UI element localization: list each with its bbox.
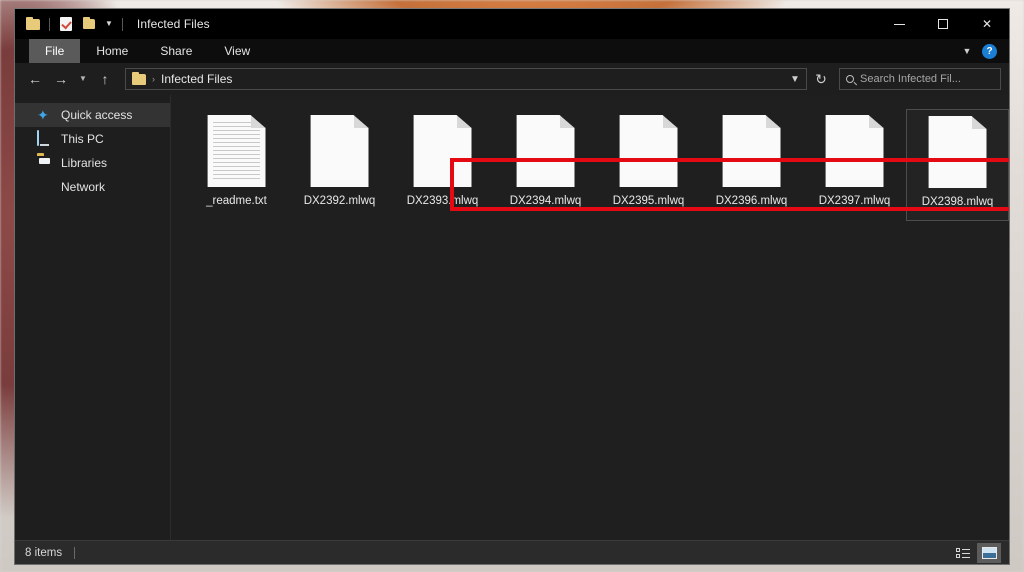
tab-home[interactable]: Home [80, 39, 144, 63]
file-item-dx2397[interactable]: DX2397.mlwq [803, 109, 906, 221]
text-document-icon [207, 115, 266, 187]
close-button[interactable]: ✕ [965, 9, 1009, 39]
sidebar-item-libraries[interactable]: Libraries [15, 151, 170, 175]
tab-share[interactable]: Share [144, 39, 208, 63]
navigation-bar: ← → ▼ ↑ › Infected Files ▼ ↻ Search Infe… [15, 63, 1009, 95]
blank-document-icon [516, 115, 575, 187]
blank-document-icon [619, 115, 678, 187]
recent-locations-chevron-icon[interactable]: ▼ [75, 67, 91, 91]
address-bar-buttons: ▼ [784, 69, 806, 89]
quick-access-toolbar: ▼ Infected Files [15, 14, 210, 34]
search-input[interactable]: Search Infected Fil... [860, 73, 961, 85]
help-button[interactable]: ? [982, 43, 997, 59]
file-label: DX2393.mlwq [406, 195, 479, 207]
breadcrumb-folder-icon [132, 71, 146, 85]
up-button[interactable]: ↑ [93, 67, 117, 91]
network-globe-icon [37, 179, 53, 195]
explorer-folder-icon [23, 14, 43, 34]
file-item-dx2398[interactable]: DX2398.mlwq [906, 109, 1009, 221]
file-list-pane[interactable]: _readme.txt DX2392.mlwq DX2393.mlwq DX23… [171, 95, 1009, 540]
file-item-dx2393[interactable]: DX2393.mlwq [391, 109, 494, 221]
forward-button[interactable]: → [49, 67, 73, 91]
file-label: DX2396.mlwq [715, 195, 788, 207]
view-mode-buttons [951, 541, 1001, 564]
refresh-button[interactable]: ↻ [809, 67, 833, 91]
maximize-button[interactable] [921, 9, 965, 39]
libraries-folder-icon [37, 155, 53, 171]
tab-view[interactable]: View [208, 39, 266, 63]
breadcrumb-current-folder[interactable]: Infected Files [161, 72, 232, 86]
sidebar-label-quick-access: Quick access [61, 108, 133, 122]
file-label: DX2394.mlwq [509, 195, 582, 207]
tab-file[interactable]: File [29, 39, 81, 63]
collapse-ribbon-chevron-icon[interactable]: ▼ [956, 46, 978, 56]
sidebar-label-this-pc: This PC [61, 132, 104, 146]
blank-document-icon [825, 115, 884, 187]
new-folder-icon[interactable] [79, 14, 99, 34]
explorer-body: ✦ Quick access This PC Libraries Network [15, 95, 1009, 540]
folder-properties-icon[interactable] [56, 14, 76, 34]
qat-divider-2 [121, 17, 123, 31]
sidebar-item-network[interactable]: Network [15, 175, 170, 199]
blank-document-icon [413, 115, 472, 187]
sidebar-label-network: Network [61, 180, 106, 194]
item-count-label: 8 items [25, 546, 63, 559]
file-label: _readme.txt [206, 195, 267, 207]
details-view-button[interactable] [951, 543, 975, 563]
large-icons-view-button[interactable] [977, 543, 1001, 563]
sidebar-item-this-pc[interactable]: This PC [15, 127, 170, 151]
file-item-dx2394[interactable]: DX2394.mlwq [494, 109, 597, 221]
breadcrumb-separator: › [152, 74, 155, 84]
address-bar[interactable]: › Infected Files ▼ [125, 68, 807, 90]
qat-divider-1 [49, 17, 50, 31]
file-item-readme[interactable]: _readme.txt [185, 109, 288, 221]
file-item-dx2396[interactable]: DX2396.mlwq [700, 109, 803, 221]
window-controls: ✕ [877, 9, 1009, 39]
customize-qat-chevron-icon[interactable]: ▼ [102, 20, 116, 28]
status-bar: 8 items [15, 540, 1009, 564]
file-label: DX2397.mlwq [818, 195, 891, 207]
file-item-dx2392[interactable]: DX2392.mlwq [288, 109, 391, 221]
back-button[interactable]: ← [23, 67, 47, 91]
ribbon-right-controls: ▼ ? [956, 39, 1003, 63]
file-label: DX2398.mlwq [921, 196, 994, 208]
file-explorer-window: ▼ Infected Files ✕ File Home Share View … [14, 8, 1010, 565]
ribbon-tab-bar: File Home Share View ▼ ? [15, 39, 1009, 63]
navigation-pane: ✦ Quick access This PC Libraries Network [15, 95, 171, 540]
sidebar-item-quick-access[interactable]: ✦ Quick access [15, 103, 170, 127]
search-icon [844, 73, 856, 85]
file-label: DX2395.mlwq [612, 195, 685, 207]
blank-document-icon [928, 116, 987, 188]
computer-icon [37, 130, 53, 147]
blank-document-icon [722, 115, 781, 187]
sidebar-label-libraries: Libraries [61, 156, 108, 170]
title-bar: ▼ Infected Files ✕ [15, 9, 1009, 39]
file-label: DX2392.mlwq [303, 195, 376, 207]
blank-document-icon [310, 115, 369, 187]
star-icon: ✦ [37, 107, 49, 123]
minimize-button[interactable] [877, 9, 921, 39]
search-box[interactable]: Search Infected Fil... [839, 68, 1001, 90]
status-divider [74, 546, 76, 559]
file-grid: _readme.txt DX2392.mlwq DX2393.mlwq DX23… [185, 109, 1009, 221]
address-dropdown-chevron-icon[interactable]: ▼ [784, 74, 806, 85]
file-item-dx2395[interactable]: DX2395.mlwq [597, 109, 700, 221]
window-title: Infected Files [136, 17, 210, 31]
